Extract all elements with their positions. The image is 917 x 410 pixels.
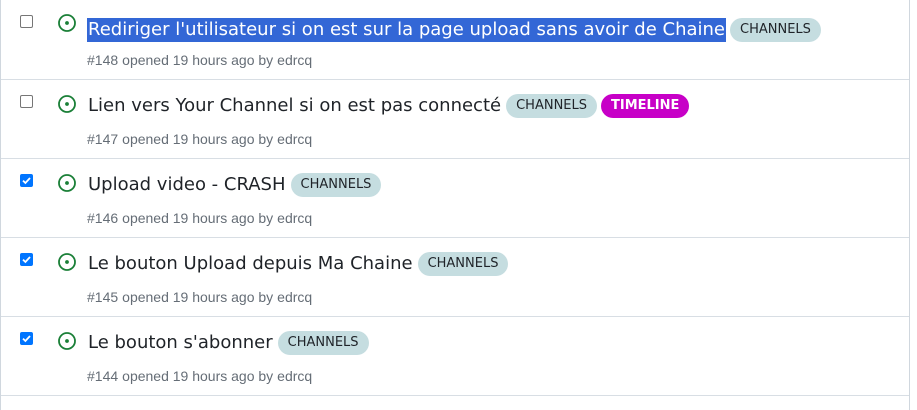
issue-open-icon xyxy=(58,95,76,113)
issue-opened-text: opened 19 hours ago by xyxy=(122,289,274,305)
issue-author[interactable]: edrcq xyxy=(277,52,316,68)
issue-label[interactable]: CHANNELS xyxy=(290,173,382,197)
issue-row: Le bouton s'abonner CHANNELS #144 opened … xyxy=(1,317,909,396)
issue-open-icon xyxy=(58,332,76,350)
issue-labels: CHANNELS xyxy=(287,173,382,197)
issue-open-icon xyxy=(58,253,76,271)
issue-open-icon xyxy=(58,14,76,32)
issue-title-line: Le bouton Upload depuis Ma Chaine CHANNE… xyxy=(87,252,509,276)
issue-opened-text: opened 19 hours ago by xyxy=(122,52,274,68)
issue-checkbox[interactable] xyxy=(20,174,33,187)
issue-author[interactable]: edrcq xyxy=(277,289,316,305)
issue-opened-text: opened 19 hours ago by xyxy=(122,210,274,226)
issue-author[interactable]: edrcq xyxy=(277,210,316,226)
checkmark-icon xyxy=(22,335,31,343)
issue-title-line: Rediriger l'utilisateur si on est sur la… xyxy=(87,18,821,42)
issue-opened-text: opened 19 hours ago by xyxy=(122,368,274,384)
issue-title-link[interactable]: Le bouton Upload depuis Ma Chaine xyxy=(87,252,414,276)
issue-meta: #145 opened 19 hours ago by edrcq xyxy=(87,288,316,306)
issue-title-link[interactable]: Le bouton s'abonner xyxy=(87,331,274,355)
issue-checkbox[interactable] xyxy=(20,15,33,28)
issue-open-icon xyxy=(58,174,76,192)
issue-checkbox[interactable] xyxy=(20,253,33,266)
issue-row: Rediriger l'utilisateur si on est sur la… xyxy=(1,0,909,80)
issue-title-line: Upload video - CRASH CHANNELS xyxy=(87,173,382,197)
issue-title-line: Lien vers Your Channel si on est pas con… xyxy=(87,94,690,118)
issue-number: #144 xyxy=(87,368,119,384)
issue-label[interactable]: CHANNELS xyxy=(417,252,509,276)
issue-label[interactable]: TIMELINE xyxy=(601,94,690,118)
issue-label[interactable]: CHANNELS xyxy=(277,331,369,355)
issue-row: Upload video - CRASH CHANNELS #146 opened… xyxy=(1,159,909,238)
issue-labels: CHANNELS TIMELINE xyxy=(502,94,690,118)
issue-row: Le bouton Upload depuis Ma Chaine CHANNE… xyxy=(1,238,909,317)
issue-number: #148 xyxy=(87,52,119,68)
issue-meta: #144 opened 19 hours ago by edrcq xyxy=(87,367,316,385)
issue-meta: #147 opened 19 hours ago by edrcq xyxy=(87,130,316,148)
issue-list: Rediriger l'utilisateur si on est sur la… xyxy=(0,0,910,410)
issue-title-link[interactable]: Lien vers Your Channel si on est pas con… xyxy=(87,94,502,118)
issue-labels: CHANNELS xyxy=(414,252,509,276)
issue-labels: CHANNELS xyxy=(274,331,369,355)
issue-meta: #146 opened 19 hours ago by edrcq xyxy=(87,209,316,227)
issue-title-link[interactable]: Upload video - CRASH xyxy=(87,173,287,197)
issue-label[interactable]: CHANNELS xyxy=(730,18,821,42)
issue-checkbox[interactable] xyxy=(20,95,33,108)
issue-labels: CHANNELS xyxy=(726,18,821,42)
issue-number: #147 xyxy=(87,131,119,147)
issue-checkbox[interactable] xyxy=(20,332,33,345)
issue-number: #146 xyxy=(87,210,119,226)
issue-opened-text: opened 19 hours ago by xyxy=(122,131,274,147)
checkmark-icon xyxy=(22,256,31,264)
issue-meta: #148 opened 19 hours ago by edrcq xyxy=(87,51,316,69)
issue-label[interactable]: CHANNELS xyxy=(506,94,597,118)
issue-title-line: Le bouton s'abonner CHANNELS xyxy=(87,331,369,355)
issue-row: Lien vers Your Channel si on est pas con… xyxy=(1,80,909,159)
issue-author[interactable]: edrcq xyxy=(277,368,316,384)
issue-author[interactable]: edrcq xyxy=(277,131,316,147)
issue-number: #145 xyxy=(87,289,119,305)
checkmark-icon xyxy=(22,177,31,185)
issue-title-link[interactable]: Rediriger l'utilisateur si on est sur la… xyxy=(87,18,726,42)
